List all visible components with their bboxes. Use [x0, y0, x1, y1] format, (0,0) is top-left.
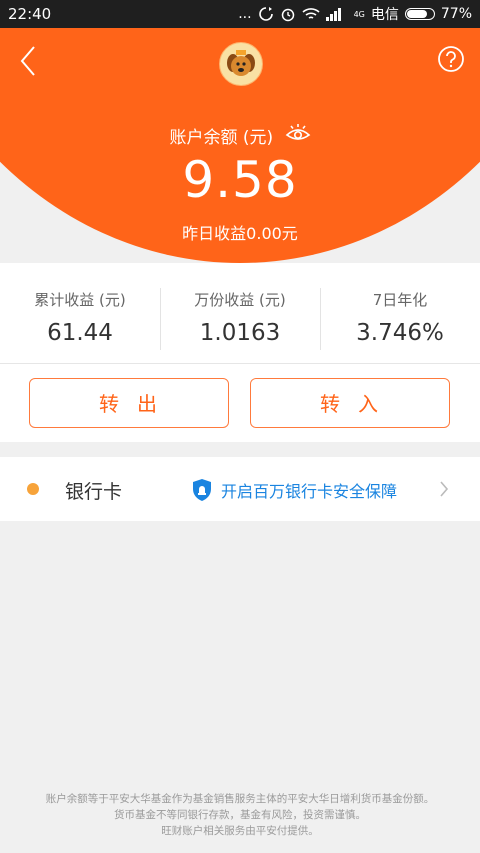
- battery-icon: [404, 8, 435, 20]
- disclaimer-line: 货币基金不等同银行存款，基金有风险，投资需谨慎。: [114, 809, 366, 821]
- stat-label: 万份收益 (元): [194, 291, 286, 309]
- help-button[interactable]: [436, 44, 466, 74]
- stat-7day-annualized: 7日年化 3.746%: [320, 263, 480, 363]
- stats-row: 累计收益 (元) 61.44 万份收益 (元) 1.0163 7日年化 3.74…: [0, 263, 480, 364]
- balance-value: 9.58: [182, 151, 298, 209]
- disclaimer: 账户余额等于平安大华基金作为基金销售服务主体的平安大华日增利货币基金份额。 货币…: [0, 791, 480, 839]
- action-buttons: 转出 转入: [0, 364, 480, 442]
- balance-label: 账户余额 (元): [169, 128, 274, 148]
- balance-label-row: 账户余额 (元): [0, 122, 480, 149]
- status-time: 22:40: [8, 5, 52, 23]
- battery-percent: 77%: [440, 6, 472, 22]
- stat-cumulative-earnings: 累计收益 (元) 61.44: [0, 263, 160, 363]
- yesterday-earnings: 昨日收益0.00元: [182, 224, 298, 243]
- eye-icon[interactable]: [285, 122, 311, 149]
- bank-dot-icon: [27, 483, 39, 495]
- notification-dots: ...: [238, 6, 252, 22]
- stat-value: 61.44: [47, 320, 113, 346]
- bank-card-label: 银行卡: [65, 481, 123, 503]
- help-icon: [438, 46, 464, 72]
- stat-value: 3.746%: [356, 320, 444, 346]
- balance-header: 账户余额 (元) 9.58 昨日收益0.00元: [0, 28, 480, 263]
- disclaimer-line: 旺财账户相关服务由平安付提供。: [161, 825, 319, 837]
- wifi-icon: [302, 7, 320, 21]
- network-type: 4G: [353, 9, 365, 19]
- avatar[interactable]: [219, 42, 263, 86]
- sync-icon: [258, 6, 274, 22]
- bank-card-row[interactable]: 银行卡 开启百万银行卡安全保障: [0, 457, 480, 521]
- shield-icon: [193, 479, 211, 501]
- status-bar: 22:40 ... 4G 电信 77%: [0, 0, 480, 28]
- security-text: 开启百万银行卡安全保障: [221, 482, 398, 501]
- stat-value: 1.0163: [199, 320, 281, 346]
- security-link[interactable]: 开启百万银行卡安全保障: [191, 478, 397, 502]
- stat-label: 7日年化: [372, 291, 428, 309]
- transfer-out-button[interactable]: 转出: [29, 378, 229, 428]
- alarm-icon: [280, 6, 296, 22]
- back-button[interactable]: [14, 43, 44, 79]
- disclaimer-line: 账户余额等于平安大华基金作为基金销售服务主体的平安大华日增利货币基金份额。: [45, 793, 435, 805]
- signal-icon: [325, 7, 348, 21]
- transfer-in-button[interactable]: 转入: [250, 378, 450, 428]
- chevron-right-icon: [440, 481, 449, 497]
- stat-per-10k-earnings: 万份收益 (元) 1.0163: [160, 263, 320, 363]
- carrier-name: 电信: [370, 7, 399, 23]
- back-icon: [20, 46, 35, 76]
- stat-label: 累计收益 (元): [34, 291, 126, 309]
- status-icons: ... 4G 电信 77%: [238, 4, 472, 24]
